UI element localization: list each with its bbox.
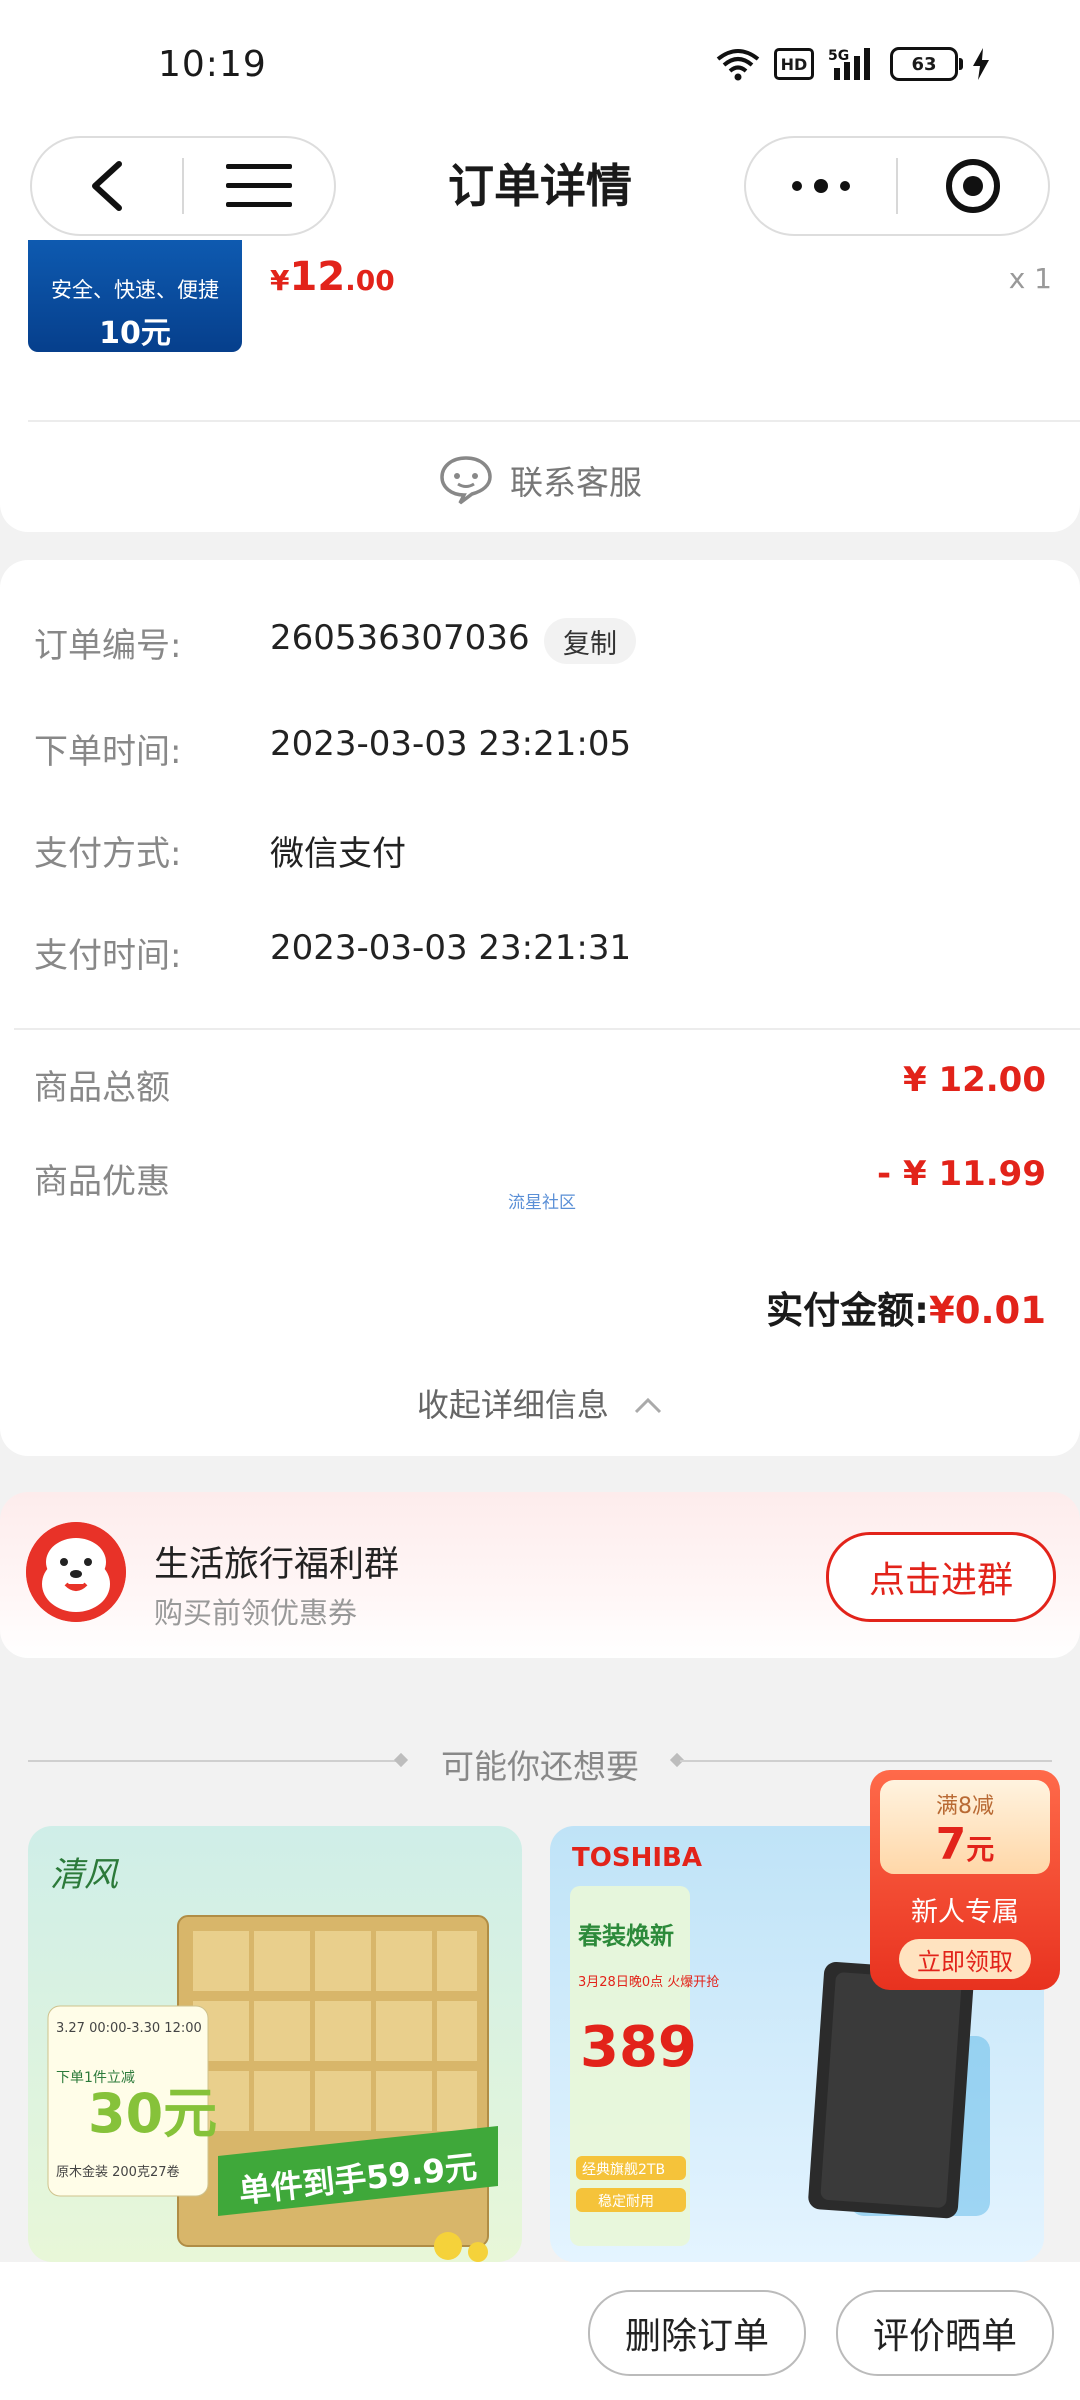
coupon-amount-row: 7元 — [880, 1820, 1050, 1875]
product1-badge: 30元 — [88, 2082, 217, 2145]
product-price: ¥12.00 — [270, 254, 395, 300]
battery-icon: 63 — [890, 47, 963, 81]
hd-icon: HD — [774, 48, 814, 80]
review-order-button[interactable]: 评价晒单 — [836, 2290, 1054, 2376]
chat-bubble-icon — [440, 456, 492, 505]
more-button[interactable] — [746, 138, 896, 234]
charging-icon — [973, 48, 989, 80]
signal-icon: 5G — [828, 48, 870, 80]
divider — [28, 420, 1080, 422]
price-integer: 12 — [289, 254, 346, 300]
order-number-value: 260536307036 — [270, 618, 530, 658]
paid-amount-row: 实付金额:¥0.01 — [766, 1280, 1046, 1334]
product-thumbnail[interactable]: 安全、快速、便捷 10元 — [28, 240, 242, 352]
order-number-label: 订单编号: — [34, 626, 182, 666]
more-icon — [792, 179, 850, 193]
chevron-up-icon — [635, 1397, 662, 1414]
product-quantity: x 1 — [1008, 262, 1052, 295]
divider — [14, 1028, 1080, 1030]
product2-price: 389 — [580, 2015, 697, 2080]
order-time-value: 2023-03-03 23:21:05 — [270, 724, 632, 764]
group-avatar — [26, 1522, 126, 1622]
status-icons: HD 5G 63 — [716, 46, 990, 82]
group-subtitle: 购买前领优惠券 — [154, 1596, 358, 1630]
product1-brand: 清风 — [50, 1855, 120, 1895]
coupon-tag: 新人专属 — [911, 1897, 1019, 1928]
group-title: 生活旅行福利群 — [154, 1545, 400, 1585]
claim-coupon-button[interactable]: 立即领取 — [899, 1939, 1031, 1979]
thumb-value: 10元 — [99, 316, 171, 351]
product2-headline: 春装焕新 — [578, 1922, 674, 1950]
wifi-icon — [716, 49, 760, 81]
close-miniapp-button[interactable] — [898, 138, 1048, 234]
status-time: 10:19 — [158, 44, 267, 85]
jd-dog-mascot-icon — [26, 1522, 126, 1622]
payment-time-value: 2023-03-03 23:21:31 — [270, 928, 632, 968]
goods-total-value: ¥ 12.00 — [902, 1060, 1046, 1100]
payment-method-value: 微信支付 — [270, 834, 406, 874]
divider — [680, 1760, 1052, 1762]
payment-method-label: 支付方式: — [34, 834, 182, 874]
new-user-coupon[interactable]: 满8减 7元 新人专属 立即领取 — [870, 1770, 1060, 1990]
copy-button[interactable]: 复制 — [544, 618, 636, 664]
product2-line1: 经典旗舰2TB — [582, 2162, 665, 2178]
coupon-amount: 7 — [935, 1819, 967, 1870]
collapse-details-button[interactable]: 收起详细信息 — [0, 1380, 1080, 1426]
product2-brand: TOSHIBA — [572, 1843, 702, 1873]
target-icon — [946, 159, 1000, 213]
order-time-label: 下单时间: — [34, 732, 182, 772]
thumb-caption: 安全、快速、便捷 — [51, 278, 219, 302]
coupon-unit: 元 — [966, 1833, 995, 1866]
paid-amount-value: ¥0.01 — [928, 1289, 1046, 1332]
collapse-details-label: 收起详细信息 — [416, 1386, 609, 1424]
price-decimal: .00 — [345, 264, 395, 297]
paid-amount-label: 实付金额: — [766, 1289, 929, 1332]
goods-total-label: 商品总额 — [34, 1068, 170, 1108]
recommend-product-1[interactable]: 清风 3.27 00:00-3.30 12:00 下单1件立减 30元 原木金装… — [28, 1826, 522, 2262]
nav-capsule-right — [744, 136, 1050, 236]
coupon-amount-box: 满8减 7元 — [880, 1780, 1050, 1874]
goods-discount-value: - ¥ 11.99 — [877, 1154, 1046, 1194]
contact-service-button[interactable]: 联系客服 — [0, 448, 1080, 512]
contact-service-label: 联系客服 — [510, 463, 642, 502]
tissue-product-image: 清风 3.27 00:00-3.30 12:00 下单1件立减 30元 原木金装… — [47, 1855, 498, 2262]
price-symbol: ¥ — [270, 264, 290, 297]
battery-level: 63 — [911, 53, 937, 75]
payment-time-label: 支付时间: — [34, 936, 182, 976]
join-group-button[interactable]: 点击进群 — [826, 1532, 1056, 1622]
delete-order-button[interactable]: 删除订单 — [588, 2290, 806, 2376]
product1-date: 3.27 00:00-3.30 12:00 — [56, 2021, 202, 2036]
goods-discount-label: 商品优惠 — [34, 1162, 170, 1202]
product2-line2: 稳定耐用 — [598, 2194, 654, 2210]
product2-sub: 3月28日晚0点 火爆开抢 — [578, 1974, 719, 1990]
watermark: 流星社区 — [508, 1193, 576, 1213]
coupon-condition: 满8减 — [936, 1794, 994, 1819]
svg-text:5G: 5G — [828, 48, 849, 64]
product1-line1: 原木金装 200克27卷 — [56, 2164, 180, 2180]
